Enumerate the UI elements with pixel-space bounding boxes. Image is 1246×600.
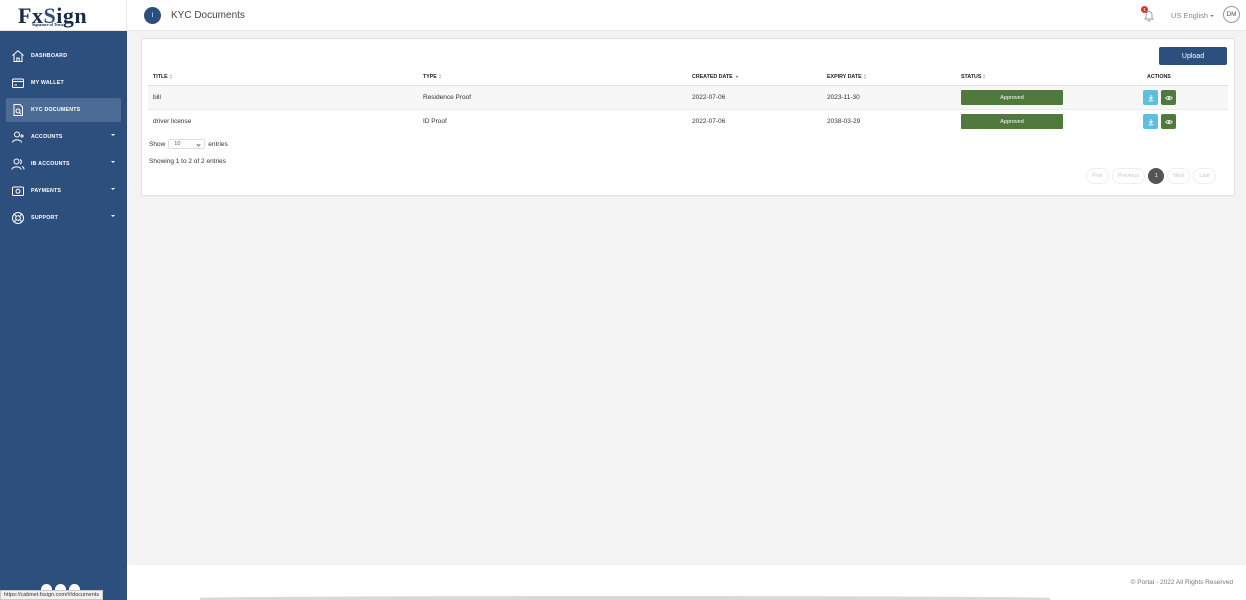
entries-value: 10 [174,141,181,147]
cell-title: bill [153,94,161,101]
pagination-next[interactable]: Next [1167,168,1191,184]
logo[interactable]: FxSign Signature of Trust [0,0,127,31]
column-header-label: STATUS [961,74,982,80]
column-header-label: ACTIONS [1147,74,1171,80]
users-icon [11,157,25,171]
eye-icon [1164,95,1173,100]
lifebuoy-icon [11,211,25,225]
entries-select[interactable]: 10 [168,139,206,149]
column-header-label: EXPIRY DATE [827,74,862,80]
cell-created-date: 2022-07-06 [692,118,726,125]
sidebar-item-label: ACCOUNTS [31,133,63,140]
download-icon [1148,94,1153,101]
sidebar-item-label: IB ACCOUNTS [31,160,70,167]
status-badge: Approved [961,90,1063,105]
sidebar-item-label: KYC DOCUMENTS [31,106,81,113]
page-length-control: Show 10 entries [149,139,228,149]
payment-icon [11,184,25,198]
download-button[interactable] [1143,114,1158,129]
column-header-label: CREATED DATE [692,74,733,80]
pagination-page[interactable]: 1 [1148,168,1165,184]
download-icon [1148,118,1153,125]
sort-icon [169,74,173,80]
table-row: bill Residence Proof 2022-07-06 2023-11-… [148,86,1228,110]
table-info: Showing 1 to 2 of 2 entries [149,158,226,165]
cell-type: Residence Proof [423,94,472,101]
sidebar-item-support[interactable]: SUPPORT [0,204,127,231]
sort-desc-icon [735,75,738,78]
sidebar-item-ib-accounts[interactable]: IB ACCOUNTS [0,150,127,177]
table-row: driver license ID Proof 2022-07-06 2038-… [148,110,1228,134]
documents-card: Upload TITLE TYPE CREATED DATE EXPIRY DA… [141,38,1235,196]
view-button[interactable] [1161,90,1176,105]
upload-button[interactable]: Upload [1159,47,1227,65]
sort-icon [983,74,986,80]
cell-expiry-date: 2023-11-30 [827,94,860,101]
chevron-down-icon [1210,15,1215,18]
view-button[interactable] [1161,114,1176,129]
sidebar-item-label: PAYMENTS [31,187,62,194]
wallet-icon [11,76,25,90]
sidebar-item-accounts[interactable]: ACCOUNTS [0,123,127,150]
column-header-actions: ACTIONS [1147,74,1171,80]
column-header-expiry-date[interactable]: EXPIRY DATE [827,74,867,80]
cell-expiry-date: 2038-03-29 [827,118,861,125]
chevron-down-icon [111,161,115,163]
column-header-status[interactable]: STATUS [961,74,986,80]
chevron-down-icon [111,134,115,136]
cell-title: driver license [153,118,192,125]
show-label: Show [149,140,166,148]
column-header-created-date[interactable]: CREATED DATE [692,74,738,80]
sidebar-item-label: DASHBOARD [31,52,68,59]
language-label: US English [1171,11,1209,20]
footer: © Portal - 2022 All Rights Reserved [127,565,1246,600]
sidebar-item-kyc-documents[interactable]: KYC DOCUMENTS [6,97,121,122]
sidebar-item-payments[interactable]: PAYMENTS [0,177,127,204]
pagination: First Previous 1 Next Last [1086,168,1216,184]
cell-created-date: 2022-07-06 [692,94,726,101]
column-header-type[interactable]: TYPE [423,74,442,80]
sidebar-item-dashboard[interactable]: DASHBOARD [0,42,127,69]
sidebar-item-my-wallet[interactable]: MY WALLET [0,69,127,96]
column-header-title[interactable]: TITLE [153,74,173,80]
page-title: KYC Documents [171,10,245,21]
entries-label: entries [208,140,228,148]
status-url-tooltip: https://cabinet.fxsign.com/#/documents [0,590,104,600]
sort-icon [863,74,867,80]
chevron-down-icon [111,215,115,217]
sidebar-item-label: MY WALLET [31,79,64,86]
download-button[interactable] [1143,90,1158,105]
column-header-label: TYPE [423,74,437,80]
notification-badge: 1 [1141,6,1148,13]
column-header-label: TITLE [153,74,168,80]
eye-icon [1164,119,1173,124]
sidebar: FxSign Signature of Trust DASHBOARD MY W… [0,0,127,600]
avatar[interactable]: DM [1223,6,1240,23]
chevron-down-icon [196,142,201,147]
user-add-icon [11,130,25,144]
divider [200,596,1050,600]
home-icon [11,49,25,63]
cell-type: ID Proof [423,118,447,125]
pagination-previous[interactable]: Previous [1111,168,1146,184]
document-search-icon [11,103,25,117]
logo-tagline: Signature of Trust [32,22,64,27]
pagination-first[interactable]: First [1086,168,1109,184]
sidebar-nav: DASHBOARD MY WALLET KYC DOCUMENTS ACCOUN… [0,42,127,231]
sort-icon [438,74,442,80]
page-number-badge: I [144,7,161,24]
sidebar-item-label: SUPPORT [31,214,59,221]
chevron-down-icon [111,188,115,190]
pagination-last[interactable]: Last [1193,168,1216,184]
topbar: I KYC Documents 1 US English DM [127,0,1246,31]
status-badge: Approved [961,114,1063,129]
language-selector[interactable]: US English [1171,11,1215,20]
footer-copyright: © Portal - 2022 All Rights Reserved [1130,579,1233,586]
